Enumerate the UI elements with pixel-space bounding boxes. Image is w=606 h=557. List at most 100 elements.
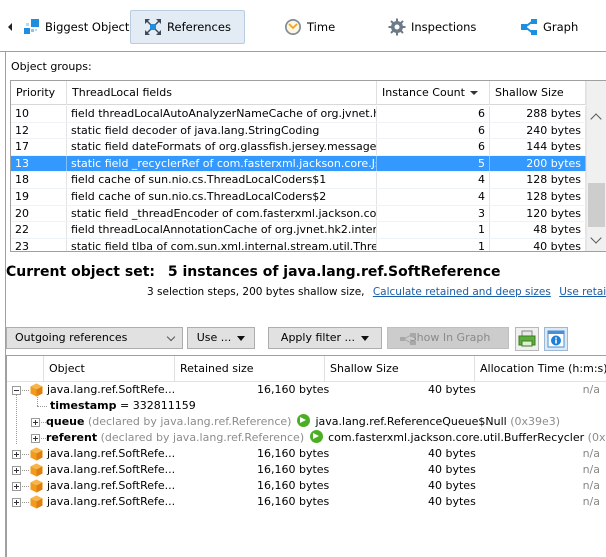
priority-cell: 13 xyxy=(11,155,67,172)
tree-body: java.lang.ref.SoftRefe... 16,160 bytes 4… xyxy=(7,382,606,510)
expand-toggle[interactable] xyxy=(31,434,40,443)
info-icon xyxy=(547,330,565,348)
table-row[interactable]: 23 static field tlba of com.sun.xml.inter… xyxy=(11,238,586,251)
table-row[interactable]: 13 static field _recyclerRef of com.faste… xyxy=(11,155,586,173)
references-toolbar: Outgoing references Use ... Apply filter… xyxy=(6,327,606,351)
field-cell: static field _threadEncoder of com.faste… xyxy=(67,205,377,222)
table-row[interactable]: 12 static field decoder of java.lang.Stri… xyxy=(11,122,586,140)
vertical-scrollbar[interactable] xyxy=(586,81,606,251)
use-button-label: Use ... xyxy=(196,331,232,344)
calculate-retained-link[interactable]: Calculate retained and deep sizes xyxy=(373,286,551,298)
reference-type-value: Outgoing references xyxy=(15,331,128,344)
use-button[interactable]: Use ... xyxy=(187,327,255,349)
retained-size: 16,160 bytes xyxy=(257,383,330,396)
column-header-shallow-size[interactable]: Shallow Size xyxy=(325,356,475,382)
shallow-size: 40 bytes xyxy=(428,479,476,492)
priority-cell: 20 xyxy=(11,205,67,222)
column-header-gutter xyxy=(7,356,44,382)
instance-count-cell: 1 xyxy=(377,222,490,238)
table-row[interactable]: 19 field cache of sun.nio.cs.ThreadLocalC… xyxy=(11,188,586,206)
collapse-toggle[interactable] xyxy=(12,386,21,395)
scroll-left-arrow-icon[interactable] xyxy=(8,23,12,31)
reference-arrow-icon xyxy=(310,430,324,443)
tab-graph[interactable]: Graph xyxy=(512,10,586,44)
shallow-size-cell: 288 bytes xyxy=(490,106,586,122)
column-header-object[interactable]: Object xyxy=(44,356,175,382)
info-button[interactable] xyxy=(544,327,568,351)
column-header-retained-size[interactable]: Retained size xyxy=(175,356,325,382)
shallow-size: 40 bytes xyxy=(428,383,476,396)
tab-time[interactable]: Time xyxy=(276,10,343,44)
shallow-size: 40 bytes xyxy=(428,463,476,476)
tab-references[interactable]: References xyxy=(130,10,245,44)
priority-cell: 19 xyxy=(11,188,67,205)
expand-toggle[interactable] xyxy=(12,498,21,507)
instance-count-cell: 5 xyxy=(377,155,490,172)
show-in-graph-button[interactable]: Show In Graph xyxy=(387,327,509,349)
tree-row[interactable]: java.lang.ref.SoftRefe... 16,160 bytes 40 … xyxy=(7,494,606,510)
chevron-down-icon xyxy=(166,332,176,342)
table-row[interactable]: 10 field threadLocalAutoAnalyzerNameCache… xyxy=(11,106,586,123)
column-header-threadlocal-fields[interactable]: ThreadLocal fields xyxy=(67,81,377,105)
object-id: (0x39e3) xyxy=(510,415,561,428)
column-header-instance-count[interactable]: Instance Count xyxy=(377,81,490,105)
scrollbar-thumb[interactable] xyxy=(588,183,605,227)
field-cell: field threadLocalAnnotationCache of org.… xyxy=(67,222,377,238)
tab-biggest-objects[interactable]: Biggest Objects xyxy=(14,10,143,44)
tab-label: Time xyxy=(307,20,336,34)
scroll-up-icon[interactable] xyxy=(590,113,602,125)
dropdown-arrow-icon xyxy=(361,335,370,341)
table-header: Priority ThreadLocal fields Instance Cou… xyxy=(11,81,597,105)
object-groups-table: Priority ThreadLocal fields Instance Cou… xyxy=(10,80,606,252)
tree-connector xyxy=(37,406,47,407)
instance-count-cell: 6 xyxy=(377,106,490,122)
field-cell: static field dateFormats of org.glassfis… xyxy=(67,139,377,155)
table-row[interactable]: 20 static field _threadEncoder of com.fas… xyxy=(11,205,586,223)
references-icon xyxy=(144,18,162,36)
tree-connector xyxy=(22,454,29,455)
graph-icon xyxy=(520,18,538,36)
object-groups-label: Object groups: xyxy=(11,60,92,73)
column-header-label: Instance Count xyxy=(382,86,465,99)
object-name: java.lang.ref.SoftRefe... xyxy=(47,463,176,476)
expand-toggle[interactable] xyxy=(31,418,40,427)
expand-toggle[interactable] xyxy=(12,450,21,459)
scroll-down-icon[interactable] xyxy=(590,232,602,244)
references-tree-table: Object Retained size Shallow Size Alloca… xyxy=(6,355,606,557)
retained-size: 16,160 bytes xyxy=(257,463,330,476)
tree-row-field-timestamp[interactable]: timestamp = 332811159 xyxy=(7,394,606,414)
tab-label: References xyxy=(167,20,231,34)
tree-row-field-queue[interactable]: queue (declared by java.lang.ref.Referen… xyxy=(7,414,606,430)
reference-type-select[interactable]: Outgoing references xyxy=(6,327,183,349)
export-button[interactable] xyxy=(515,327,539,351)
use-retained-objects-link[interactable]: Use retained obje xyxy=(559,286,606,298)
table-row[interactable]: 22 field threadLocalAnnotationCache of or… xyxy=(11,222,586,239)
expand-toggle[interactable] xyxy=(12,466,21,475)
column-header-allocation-time[interactable]: Allocation Time (h:m:s) xyxy=(475,356,606,382)
priority-cell: 18 xyxy=(11,172,67,188)
tree-row-field-referent[interactable]: referent (declared by java.lang.ref.Refe… xyxy=(7,430,606,446)
field-cell: field cache of sun.nio.cs.ThreadLocalCod… xyxy=(67,172,377,188)
expand-toggle[interactable] xyxy=(12,482,21,491)
tree-row[interactable]: java.lang.ref.SoftRefe... 16,160 bytes 40 … xyxy=(7,462,606,478)
tree-row[interactable]: java.lang.ref.SoftRefe... 16,160 bytes 40 … xyxy=(7,478,606,494)
field-name: referent xyxy=(46,431,98,444)
dropdown-arrow-icon xyxy=(237,335,246,341)
tree-row[interactable]: java.lang.ref.SoftRefe... 16,160 bytes 40 … xyxy=(7,446,606,462)
shallow-size-cell: 128 bytes xyxy=(490,188,586,205)
instance-count-cell: 4 xyxy=(377,188,490,205)
column-header-priority[interactable]: Priority xyxy=(11,81,67,105)
view-tab-bar: Biggest Objects References Time Inspecti… xyxy=(0,0,606,52)
field-cell: field threadLocalAutoAnalyzerNameCache o… xyxy=(67,106,377,122)
table-row[interactable]: 17 static field dateFormats of org.glassf… xyxy=(11,139,586,156)
current-object-set-heading: Current object set: 5 instances of java.… xyxy=(6,264,501,280)
apply-filter-button[interactable]: Apply filter ... xyxy=(268,327,382,349)
object-name: java.lang.ref.SoftRefe... xyxy=(47,495,176,508)
object-cube-icon xyxy=(30,447,43,461)
clock-icon xyxy=(284,18,302,36)
table-row[interactable]: 18 field cache of sun.nio.cs.ThreadLocalC… xyxy=(11,172,586,189)
column-header-shallow-size[interactable]: Shallow Size xyxy=(490,81,586,105)
tree-row-expanded[interactable]: java.lang.ref.SoftRefe... 16,160 bytes 4… xyxy=(7,382,606,398)
tab-inspections[interactable]: Inspections xyxy=(380,10,484,44)
tab-label: Inspections xyxy=(411,20,477,34)
